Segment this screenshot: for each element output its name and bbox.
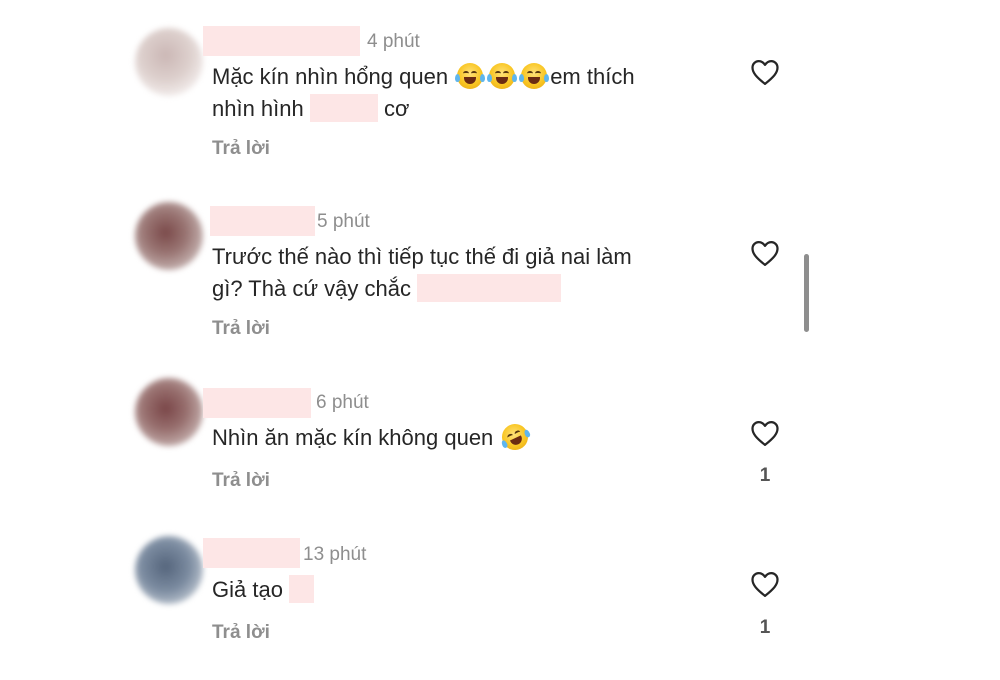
redacted-text — [289, 575, 315, 604]
like-count: 1 — [759, 465, 771, 486]
comment-text-segment: Mặc kín nhìn hổng quen — [212, 64, 449, 89]
avatar[interactable] — [135, 202, 203, 270]
avatar[interactable] — [135, 378, 203, 446]
heart-icon[interactable] — [750, 419, 780, 447]
redacted-username[interactable] — [203, 388, 311, 418]
reply-button[interactable]: Trả lời — [212, 622, 270, 644]
face-with-tears-of-joy-icon — [519, 63, 550, 90]
comment-timestamp: 4 phút — [367, 31, 420, 52]
avatar[interactable] — [135, 536, 203, 604]
comment-text-segment: Nhìn ăn mặc kín không quen — [212, 425, 494, 450]
comment-timestamp: 13 phút — [303, 544, 367, 565]
face-with-tears-of-joy-icon — [487, 63, 518, 90]
comment-text-segment: nhìn hình — [212, 96, 304, 121]
comment-text-segment: em thích — [550, 64, 635, 89]
redacted-username[interactable] — [203, 538, 300, 568]
reply-button[interactable]: Trả lời — [212, 318, 270, 340]
comment-text-segment: Trước thế nào thì tiếp tục thế đi giả na… — [212, 244, 632, 269]
comment-text: Giả tạo — [212, 574, 712, 606]
scrollbar[interactable] — [804, 254, 809, 332]
reply-button[interactable]: Trả lời — [212, 470, 270, 492]
comment-text-segment: gì? Thà cứ vậy chắc — [212, 276, 411, 301]
heart-icon[interactable] — [750, 58, 780, 86]
comment-timestamp: 6 phút — [316, 392, 369, 413]
comment-text: Nhìn ăn mặc kín không quen — [212, 419, 712, 455]
face-with-tears-of-joy-icon — [455, 63, 486, 90]
comment-text: Trước thế nào thì tiếp tục thế đi giả na… — [212, 241, 712, 305]
comment-text-segment: cơ — [384, 96, 410, 121]
redacted-username[interactable] — [203, 26, 360, 56]
reply-button[interactable]: Trả lời — [212, 138, 270, 160]
heart-icon[interactable] — [750, 570, 780, 598]
rolling-on-floor-laughing-icon — [498, 419, 533, 455]
avatar[interactable] — [135, 28, 203, 96]
heart-icon[interactable] — [750, 239, 780, 267]
redacted-text — [309, 94, 378, 123]
comment-timestamp: 5 phút — [317, 211, 370, 232]
redacted-text — [417, 274, 562, 303]
comment-text-segment: Giả tạo — [212, 577, 283, 602]
like-count: 1 — [759, 617, 771, 638]
redacted-username[interactable] — [210, 206, 315, 236]
comment-text: Mặc kín nhìn hổng quen em thích nhìn hìn… — [212, 61, 712, 125]
